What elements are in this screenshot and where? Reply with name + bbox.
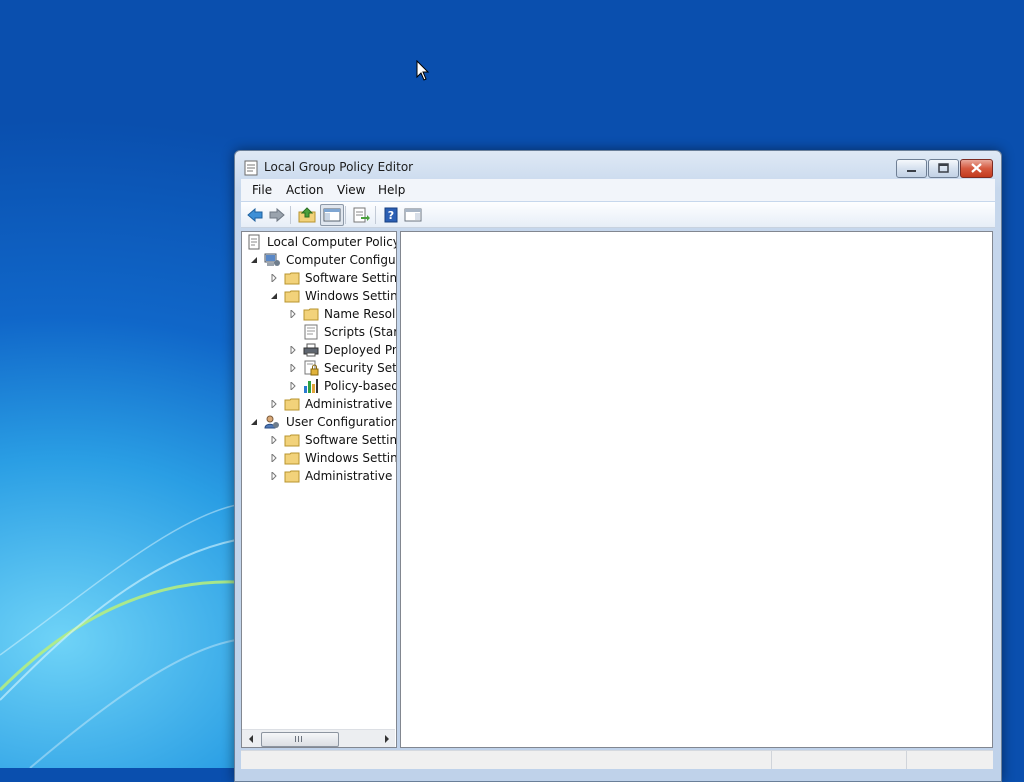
scroll-thumb-grip-icon [295,736,304,742]
show-hide-console-tree-button[interactable] [320,204,344,226]
show-hide-tree-icon [323,208,341,222]
script-icon [304,324,318,340]
expanded-arrow-icon[interactable] [270,292,278,300]
tree-item-label: Scripts (Startu [324,325,397,339]
tree-item-label: Deployed Prir [324,343,397,357]
scroll-left-icon [248,734,253,743]
collapsed-arrow-icon[interactable] [270,274,278,282]
collapsed-arrow-icon[interactable] [289,382,297,390]
tree-item-label: Windows Setting [305,451,397,465]
status-divider [906,751,907,769]
tree-item-label: Security Settin [324,361,397,375]
tree-item-label: Administrative Te [305,469,396,483]
minimize-button[interactable] [896,159,927,178]
back-button[interactable] [245,205,265,225]
toolbar: ? [241,202,995,228]
menu-view[interactable]: View [337,183,365,197]
collapsed-arrow-icon[interactable] [289,364,297,372]
computer-config-icon [264,253,280,266]
expanded-arrow-icon[interactable] [250,418,258,426]
show-hide-action-pane-icon [404,208,422,222]
toolbar-separator [375,206,376,224]
collapsed-arrow-icon[interactable] [289,346,297,354]
folder-icon [303,308,319,321]
close-button[interactable] [960,159,993,178]
tree-item-label: Administrative Te [305,397,396,411]
forward-arrow-icon [269,207,285,223]
policy-document-icon [244,160,258,176]
status-bar [241,750,993,769]
tree-item-label: Software Settings [305,433,397,447]
folder-icon [284,290,300,303]
scroll-right-button[interactable] [378,730,395,747]
show-hide-action-pane-button[interactable] [403,205,423,225]
user-config-icon [264,415,279,429]
details-pane[interactable] [400,231,993,748]
menu-file[interactable]: File [252,183,272,197]
collapsed-arrow-icon[interactable] [270,472,278,480]
maximize-button[interactable] [928,159,959,178]
title-bar[interactable]: Local Group Policy Editor [235,151,1001,181]
tree-item-label: Computer Configura [286,253,397,267]
console-tree-pane[interactable]: Local Computer Policy Computer Configura… [241,231,397,748]
mouse-cursor-icon [416,60,430,81]
folder-icon [284,452,300,465]
collapsed-arrow-icon[interactable] [270,436,278,444]
forward-button[interactable] [267,205,287,225]
folder-icon [284,272,300,285]
scroll-left-button[interactable] [242,730,259,747]
policy-document-icon [248,234,260,250]
folder-icon [284,470,300,483]
minimize-icon [907,170,916,172]
menu-help[interactable]: Help [378,183,405,197]
tree-item-label: Software Settings [305,271,397,285]
collapsed-arrow-icon[interactable] [289,310,297,318]
export-list-button[interactable] [351,205,371,225]
maximize-icon [938,163,949,173]
toolbar-separator [290,206,291,224]
tree-item-label: Local Computer Policy [267,235,397,249]
svg-text:?: ? [388,209,394,222]
tree-item-label: Windows Setting [305,289,397,303]
folder-icon [284,398,300,411]
close-icon [971,163,982,173]
up-one-level-button[interactable] [297,205,317,225]
tree-item-label: Name Resolu [324,307,397,321]
window-title: Local Group Policy Editor [264,160,414,174]
back-arrow-icon [247,207,263,223]
help-icon: ? [384,207,398,223]
menu-bar: File Action View Help [241,179,995,201]
help-button[interactable]: ? [381,205,401,225]
printer-icon [303,343,319,357]
scroll-right-icon [384,734,389,743]
export-list-icon [353,207,370,223]
tree-item-label: Policy-based [324,379,397,393]
status-divider [771,751,772,769]
expanded-arrow-icon[interactable] [250,256,258,264]
qos-chart-icon [304,379,318,393]
folder-icon [284,434,300,447]
toolbar-separator [345,206,346,224]
collapsed-arrow-icon[interactable] [270,454,278,462]
menu-action[interactable]: Action [286,183,324,197]
tree-item-label: User Configuration [286,415,397,429]
scroll-thumb[interactable] [261,732,339,747]
tree-horizontal-scrollbar[interactable] [242,729,395,747]
security-icon [304,360,319,376]
caption-buttons [896,159,993,178]
up-folder-icon [298,207,316,223]
collapsed-arrow-icon[interactable] [270,400,278,408]
